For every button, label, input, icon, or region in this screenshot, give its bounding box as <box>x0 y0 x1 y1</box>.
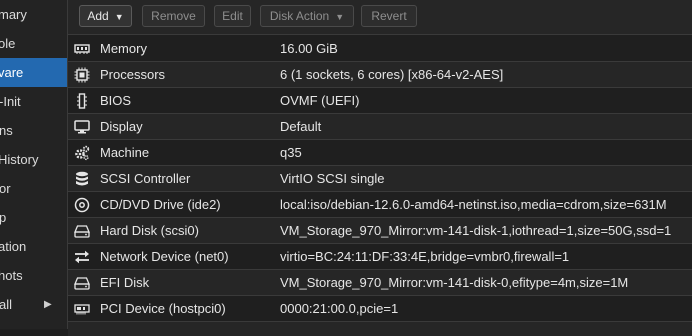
cogs-icon <box>74 145 90 161</box>
hardware-name: EFI Disk <box>100 275 150 290</box>
hardware-row-efi-disk[interactable]: EFI Disk VM_Storage_970_Mirror:vm-141-di… <box>68 270 692 296</box>
hardware-value: 16.00 GiB <box>280 41 338 56</box>
sidebar-item-task-history[interactable]: History <box>0 145 67 174</box>
hardware-value: virtio=BC:24:11:DF:33:4E,bridge=vmbr0,fi… <box>280 249 570 264</box>
toolbar: Add ▼ Remove Edit Disk Action ▼ Revert <box>68 0 692 35</box>
memory-icon <box>74 41 90 57</box>
remove-button[interactable]: Remove <box>142 5 205 27</box>
remove-button-label: Remove <box>151 9 196 23</box>
sidebar-item-firewall[interactable]: all ▶ <box>0 290 67 319</box>
hardware-name: SCSI Controller <box>100 171 191 186</box>
database-icon <box>74 171 90 187</box>
sidebar-item-label: all <box>0 297 13 312</box>
hardware-value: local:iso/debian-12.6.0-amd64-netinst.is… <box>280 197 667 212</box>
hardware-name: Hard Disk (scsi0) <box>100 223 199 238</box>
sidebar-item-label: mary <box>0 7 27 22</box>
sidebar-item-label: or <box>0 181 11 196</box>
sidebar-item-replication[interactable]: ation <box>0 232 67 261</box>
sidebar-item-label: vare <box>0 65 24 80</box>
hardware-row-scsi-controller[interactable]: SCSI Controller VirtIO SCSI single <box>68 166 692 192</box>
sidebar-item-summary[interactable]: mary <box>0 0 67 29</box>
chevron-down-icon: ▼ <box>114 12 124 22</box>
hardware-value: VirtIO SCSI single <box>280 171 385 186</box>
add-button[interactable]: Add ▼ <box>79 5 132 27</box>
disk-action-button-label: Disk Action <box>269 9 330 23</box>
add-button-label: Add <box>87 9 109 23</box>
disk-action-button[interactable]: Disk Action ▼ <box>260 5 354 27</box>
sidebar-item-label: -Init <box>0 94 21 109</box>
hardware-name: Processors <box>100 67 166 82</box>
revert-button[interactable]: Revert <box>361 5 417 27</box>
sidebar-item-label: History <box>0 152 39 167</box>
hardware-row-empty <box>68 322 692 336</box>
hardware-value: VM_Storage_970_Mirror:vm-141-disk-0,efit… <box>280 275 629 290</box>
monitor-icon <box>74 119 90 135</box>
hardware-name: PCI Device (hostpci0) <box>100 301 226 316</box>
hardware-name: CD/DVD Drive (ide2) <box>100 197 221 212</box>
hardware-value: Default <box>280 119 322 134</box>
hardware-row-cd-dvd-drive[interactable]: CD/DVD Drive (ide2) local:iso/debian-12.… <box>68 192 692 218</box>
hardware-value: 0000:21:00.0,pcie=1 <box>280 301 399 316</box>
sidebar-item-label: ole <box>0 36 16 51</box>
sidebar-item-options[interactable]: ns <box>0 116 67 145</box>
hardware-grid: Memory 16.00 GiB Processors 6 (1 sockets… <box>68 36 692 336</box>
sidebar-item-label: ation <box>0 239 27 254</box>
revert-button-label: Revert <box>371 9 407 23</box>
sidebar-item-backup[interactable]: p <box>0 203 67 232</box>
hardware-row-machine[interactable]: Machine q35 <box>68 140 692 166</box>
hardware-name: Machine <box>100 145 150 160</box>
sidebar-item-snapshots[interactable]: hots <box>0 261 67 290</box>
expand-arrow-icon[interactable]: ▶ <box>44 290 52 319</box>
hardware-row-pci-device[interactable]: PCI Device (hostpci0) 0000:21:00.0,pcie=… <box>68 296 692 322</box>
sidebar-item-label: p <box>0 203 6 232</box>
hardware-value: VM_Storage_970_Mirror:vm-141-disk-1,ioth… <box>280 223 672 238</box>
hardware-row-network-device[interactable]: Network Device (net0) virtio=BC:24:11:DF… <box>68 244 692 270</box>
hardware-name: BIOS <box>100 93 132 108</box>
pci-card-icon <box>74 301 90 317</box>
sidebar: mary ole vare -Init ns History or p atio… <box>0 0 68 329</box>
hardware-value: q35 <box>280 145 302 160</box>
hdd-icon <box>74 223 90 239</box>
sidebar-item-monitor[interactable]: or <box>0 174 67 203</box>
sidebar-item-console[interactable]: ole <box>0 29 67 58</box>
exchange-icon <box>74 249 90 265</box>
hardware-value: OVMF (UEFI) <box>280 93 360 108</box>
hardware-row-memory[interactable]: Memory 16.00 GiB <box>68 36 692 62</box>
bios-chip-icon <box>74 93 90 109</box>
hardware-name: Network Device (net0) <box>100 249 229 264</box>
chevron-down-icon: ▼ <box>335 12 345 22</box>
hardware-value: 6 (1 sockets, 6 cores) [x86-64-v2-AES] <box>280 67 504 82</box>
sidebar-item-label: ns <box>0 123 13 138</box>
hardware-row-hard-disk[interactable]: Hard Disk (scsi0) VM_Storage_970_Mirror:… <box>68 218 692 244</box>
hardware-row-bios[interactable]: BIOS OVMF (UEFI) <box>68 88 692 114</box>
cpu-icon <box>74 67 90 83</box>
sidebar-item-hardware[interactable]: vare <box>0 58 67 87</box>
sidebar-item-cloud-init[interactable]: -Init <box>0 87 67 116</box>
cdrom-icon <box>74 197 90 213</box>
edit-button-label: Edit <box>222 9 243 23</box>
edit-button[interactable]: Edit <box>214 5 251 27</box>
hardware-row-display[interactable]: Display Default <box>68 114 692 140</box>
hardware-name: Memory <box>100 41 147 56</box>
hardware-row-processors[interactable]: Processors 6 (1 sockets, 6 cores) [x86-6… <box>68 62 692 88</box>
hdd-icon <box>74 275 90 291</box>
sidebar-item-label: hots <box>0 268 23 283</box>
hardware-name: Display <box>100 119 143 134</box>
